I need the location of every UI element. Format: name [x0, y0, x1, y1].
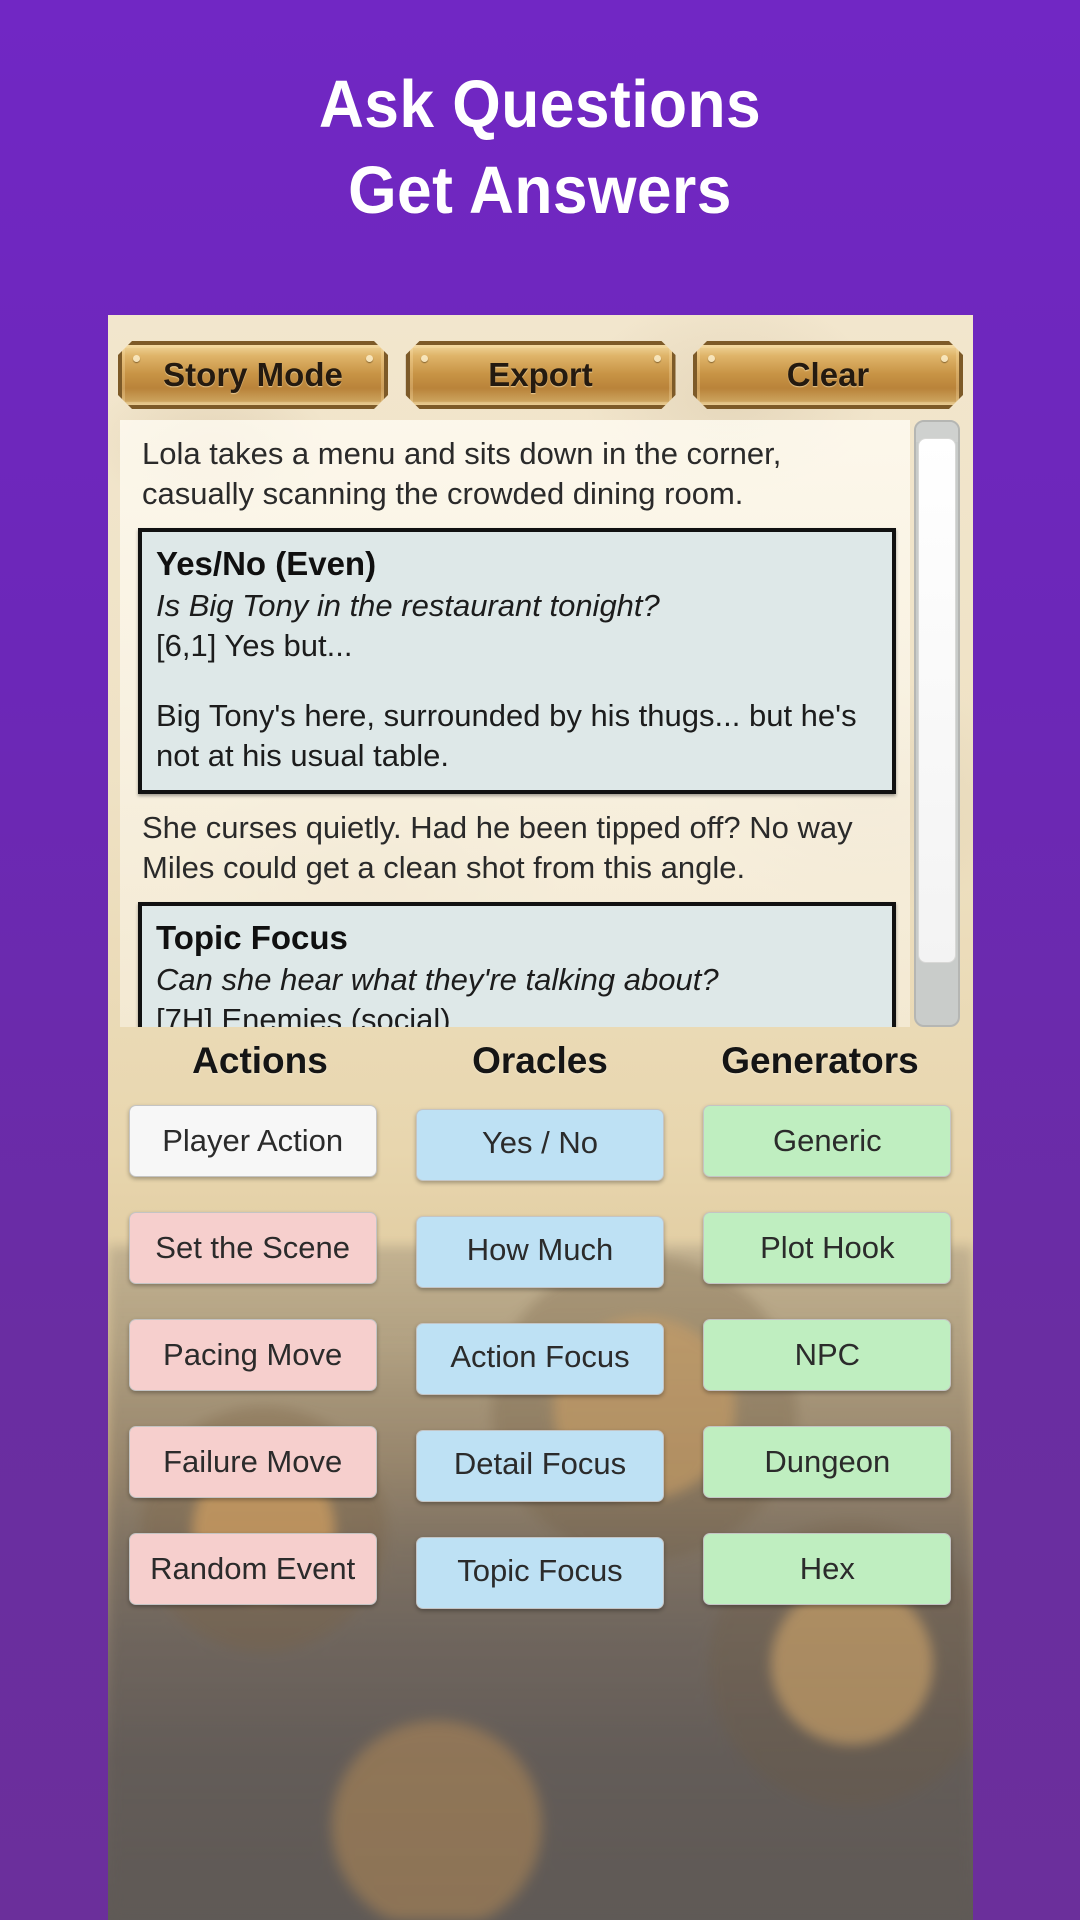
- oracle-roll-result: [6,1] Yes but...: [156, 628, 353, 663]
- button-npc[interactable]: NPC: [703, 1319, 952, 1391]
- column-headers: Actions Oracles Generators: [120, 1040, 960, 1082]
- app-toolbar: Story Mode Export Clear: [108, 341, 973, 411]
- grid-cell: Hex: [695, 1533, 960, 1615]
- button-pacing-move[interactable]: Pacing Move: [128, 1319, 377, 1391]
- headline-line-2: Get Answers: [348, 153, 732, 228]
- oracle-question: Is Big Tony in the restaurant tonight?: [156, 588, 660, 623]
- action-button-grid: Player Action Yes / No Generic Set the S…: [120, 1105, 960, 1615]
- button-set-the-scene[interactable]: Set the Scene: [128, 1212, 377, 1284]
- oracle-result-block: Topic Focus Can she hear what they're ta…: [138, 902, 896, 1027]
- story-mode-label: Story Mode: [163, 356, 343, 393]
- grid-cell: Set the Scene: [120, 1212, 385, 1294]
- oracle-result-block: Yes/No (Even) Is Big Tony in the restaur…: [138, 528, 896, 794]
- grid-cell: Pacing Move: [120, 1319, 385, 1401]
- column-header-oracles: Oracles: [472, 1040, 608, 1081]
- grid-cell: Action Focus: [407, 1319, 672, 1401]
- oracle-roll-result: [7H] Enemies (social): [156, 1002, 451, 1027]
- grid-cell: Player Action: [120, 1105, 385, 1187]
- oracle-question: Can she hear what they're talking about?: [156, 962, 719, 997]
- button-hex[interactable]: Hex: [703, 1533, 952, 1605]
- promo-headline: Ask Questions Get Answers: [38, 62, 1042, 234]
- column-header-generators: Generators: [721, 1040, 919, 1081]
- grid-cell: Detail Focus: [407, 1426, 672, 1508]
- clear-button[interactable]: Clear: [693, 341, 963, 409]
- button-generic[interactable]: Generic: [703, 1105, 952, 1177]
- button-action-focus[interactable]: Action Focus: [415, 1323, 664, 1395]
- grid-cell: Plot Hook: [695, 1212, 960, 1294]
- scrollbar-thumb[interactable]: [918, 438, 956, 963]
- grid-cell: Topic Focus: [407, 1533, 672, 1615]
- grid-cell: NPC: [695, 1319, 960, 1401]
- grid-cell: How Much: [407, 1212, 672, 1294]
- button-topic-focus[interactable]: Topic Focus: [415, 1537, 664, 1609]
- story-mode-button[interactable]: Story Mode: [118, 341, 388, 409]
- button-player-action[interactable]: Player Action: [128, 1105, 377, 1177]
- clear-label: Clear: [786, 356, 870, 393]
- button-failure-move[interactable]: Failure Move: [128, 1426, 377, 1498]
- story-log-scrollbar[interactable]: [914, 420, 960, 1027]
- story-log[interactable]: Lola takes a menu and sits down in the c…: [120, 420, 910, 1027]
- export-label: Export: [488, 356, 593, 393]
- export-button[interactable]: Export: [406, 341, 676, 409]
- headline-line-1: Ask Questions: [318, 67, 762, 142]
- grid-cell: Failure Move: [120, 1426, 385, 1508]
- grid-cell: Dungeon: [695, 1426, 960, 1508]
- app-screenshot-panel: Story Mode Export Clear Lola takes a men…: [108, 315, 973, 1920]
- grid-cell: Random Event: [120, 1533, 385, 1615]
- oracle-interpretation: Big Tony's here, surrounded by his thugs…: [156, 698, 857, 773]
- column-header-actions: Actions: [192, 1040, 328, 1081]
- button-random-event[interactable]: Random Event: [128, 1533, 377, 1605]
- oracle-title: Yes/No (Even): [156, 545, 377, 582]
- grid-cell: Generic: [695, 1105, 960, 1187]
- button-how-much[interactable]: How Much: [415, 1216, 664, 1288]
- button-detail-focus[interactable]: Detail Focus: [415, 1430, 664, 1502]
- button-yes-no[interactable]: Yes / No: [415, 1109, 664, 1181]
- grid-cell: Yes / No: [407, 1105, 672, 1187]
- story-log-wrapper: Lola takes a menu and sits down in the c…: [120, 420, 960, 1027]
- button-dungeon[interactable]: Dungeon: [703, 1426, 952, 1498]
- log-narration: Lola takes a menu and sits down in the c…: [142, 436, 782, 511]
- log-narration: She curses quietly. Had he been tipped o…: [142, 810, 853, 885]
- oracle-title: Topic Focus: [156, 919, 348, 956]
- button-plot-hook[interactable]: Plot Hook: [703, 1212, 952, 1284]
